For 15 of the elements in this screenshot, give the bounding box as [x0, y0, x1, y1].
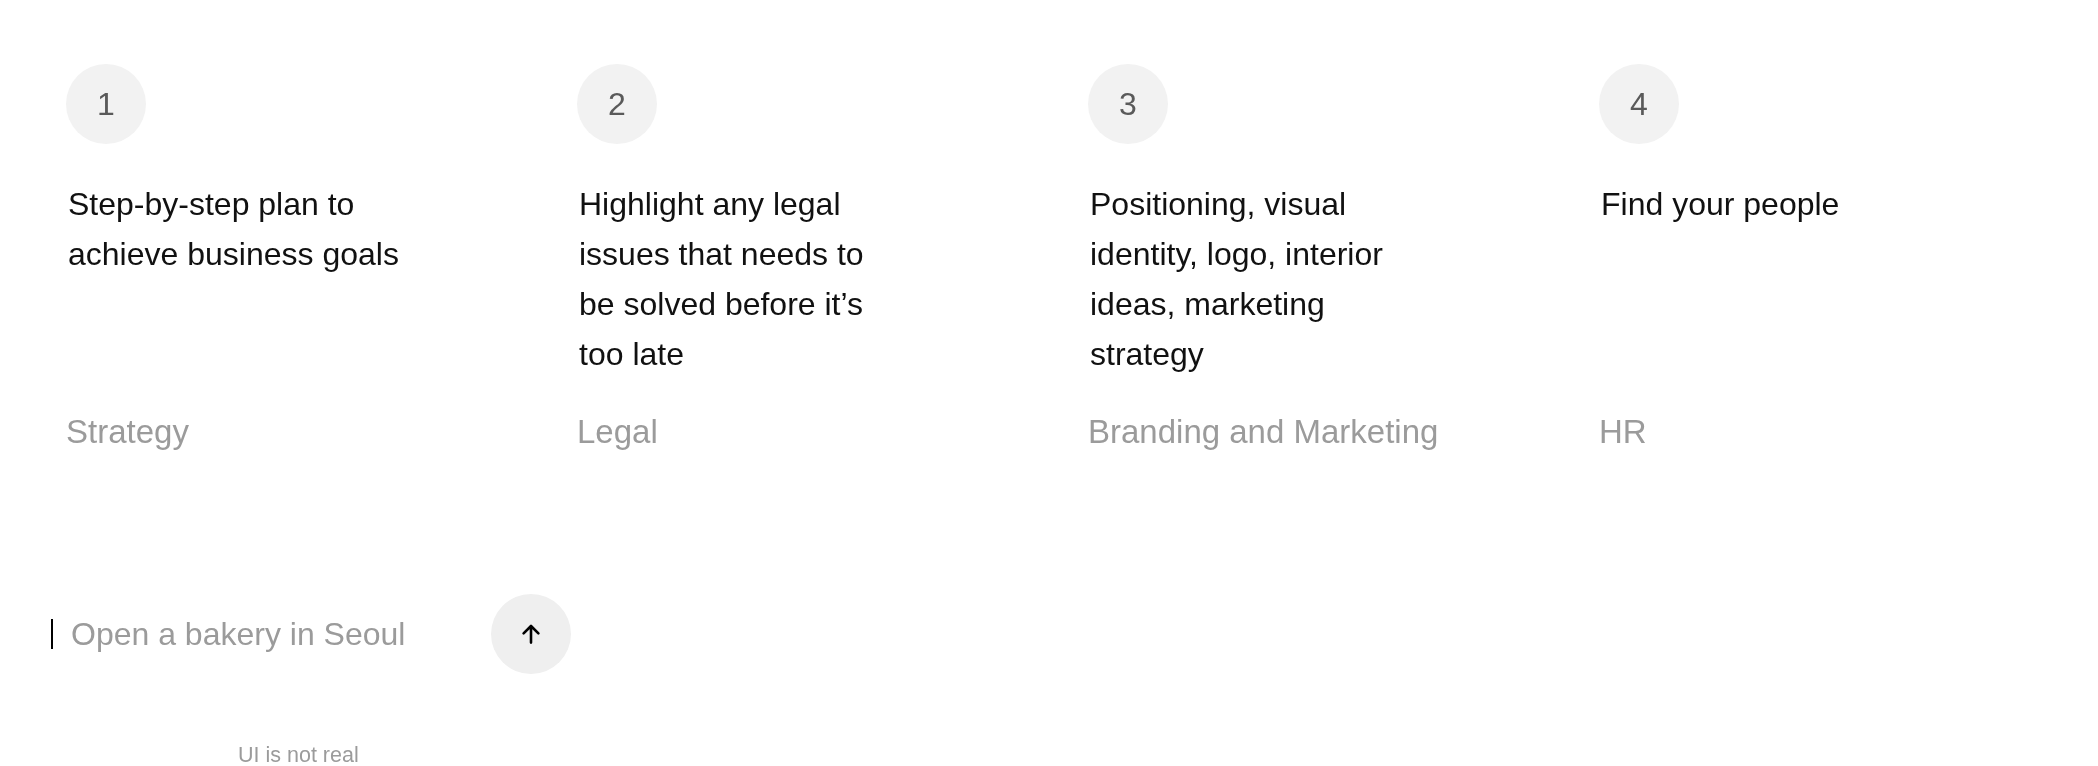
arrow-up-icon [521, 624, 541, 644]
step-description: Positioning, visual identity, logo, interior ideas, marketing strategy [1090, 185, 1383, 374]
footer-note: UI is not real [238, 745, 359, 765]
step-category: HR [1599, 412, 1647, 452]
step-number: 4 [1599, 64, 1679, 144]
step-number: 1 [66, 64, 146, 144]
prompt-input[interactable]: Open a bakery in Seoul [71, 614, 436, 654]
step-category: Legal [577, 412, 658, 452]
step-description: Highlight any legal issues that needs to be solved before it’s too late [579, 185, 864, 374]
step-number: 2 [577, 64, 657, 144]
step-category: Strategy [66, 412, 189, 452]
step-category: Branding and Marketing [1088, 412, 1439, 452]
step-description: Find your people [1601, 185, 1840, 224]
step-number: 3 [1088, 64, 1168, 144]
step-description: Step-by-step plan to achieve business goals [68, 185, 399, 274]
